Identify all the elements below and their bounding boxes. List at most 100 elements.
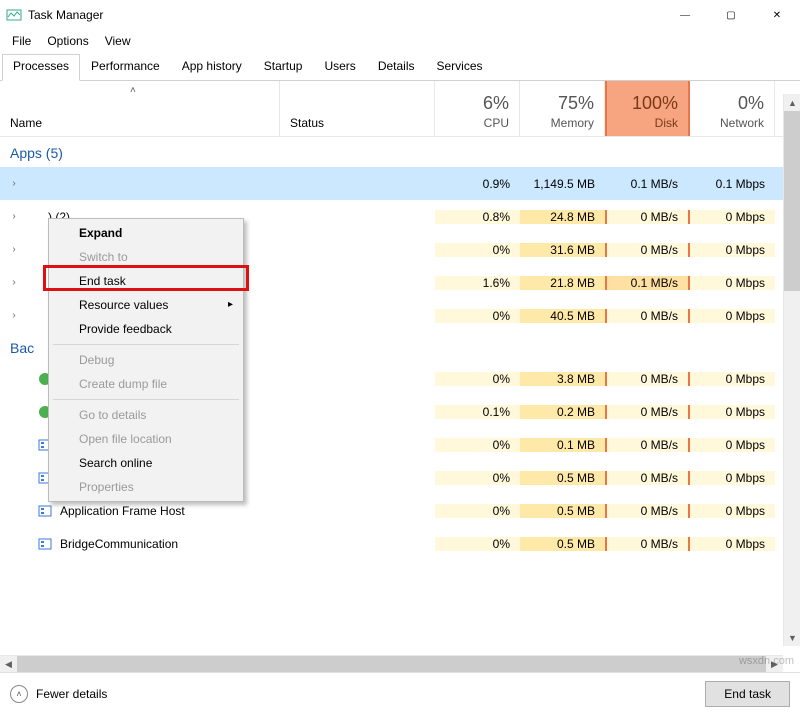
memory-cell: 0.2 MB <box>520 405 605 419</box>
disk-cell: 0 MB/s <box>605 309 690 323</box>
memory-cell: 0.5 MB <box>520 471 605 485</box>
ctx-provide-feedback[interactable]: Provide feedback <box>51 317 241 341</box>
header-memory[interactable]: 75%Memory <box>520 81 605 136</box>
menu-options[interactable]: Options <box>39 32 96 50</box>
cpu-cell: 0% <box>435 309 520 323</box>
disk-cell: 0 MB/s <box>605 210 690 224</box>
tab-details[interactable]: Details <box>367 54 426 80</box>
menu-separator <box>53 399 239 400</box>
tab-performance[interactable]: Performance <box>80 54 171 80</box>
memory-cell: 31.6 MB <box>520 243 605 257</box>
sort-indicator-icon: ˄ <box>130 85 136 96</box>
ctx-switch-to: Switch to <box>51 245 241 269</box>
process-icon <box>24 208 42 226</box>
cpu-cell: 0% <box>435 243 520 257</box>
scroll-up-icon[interactable]: ▲ <box>784 94 800 111</box>
tab-users[interactable]: Users <box>313 54 366 80</box>
process-icon <box>24 307 42 325</box>
cpu-cell: 0.9% <box>435 177 520 191</box>
network-cell: 0 Mbps <box>690 210 775 224</box>
ctx-create-dump-file: Create dump file <box>51 372 241 396</box>
end-task-button[interactable]: End task <box>705 681 790 707</box>
vertical-scrollbar[interactable]: ▲ ▼ <box>783 94 800 646</box>
menu-separator <box>53 344 239 345</box>
header-status[interactable]: Status <box>280 81 435 136</box>
network-cell: 0 Mbps <box>690 276 775 290</box>
tab-bar: Processes Performance App history Startu… <box>0 54 800 81</box>
header-name[interactable]: Name <box>0 81 280 136</box>
ctx-debug: Debug <box>51 348 241 372</box>
memory-cell: 3.8 MB <box>520 372 605 386</box>
table-row[interactable]: BridgeCommunication 0%0.5 MB0 MB/s0 Mbps <box>0 527 800 560</box>
expand-icon[interactable]: › <box>6 244 22 255</box>
disk-cell: 0 MB/s <box>605 405 690 419</box>
network-cell: 0 Mbps <box>690 309 775 323</box>
ctx-properties: Properties <box>51 475 241 499</box>
app-icon <box>6 7 22 23</box>
memory-cell: 0.1 MB <box>520 438 605 452</box>
memory-cell: 24.8 MB <box>520 210 605 224</box>
fewer-details-button[interactable]: ˄ Fewer details <box>10 685 705 703</box>
scroll-thumb[interactable] <box>784 111 800 291</box>
tab-services[interactable]: Services <box>426 54 494 80</box>
cpu-cell: 0.1% <box>435 405 520 419</box>
watermark: wsxdn.com <box>739 655 794 667</box>
menu-view[interactable]: View <box>97 32 139 50</box>
network-cell: 0 Mbps <box>690 405 775 419</box>
expand-icon[interactable]: › <box>6 310 22 321</box>
cpu-cell: 0% <box>435 471 520 485</box>
process-icon <box>24 274 42 292</box>
disk-cell: 0 MB/s <box>605 372 690 386</box>
ctx-search-online[interactable]: Search online <box>51 451 241 475</box>
scroll-thumb-h[interactable] <box>17 656 766 673</box>
expand-icon[interactable]: › <box>6 277 22 288</box>
window-title: Task Manager <box>28 8 662 22</box>
cpu-cell: 1.6% <box>435 276 520 290</box>
disk-cell: 0 MB/s <box>605 243 690 257</box>
menu-file[interactable]: File <box>4 32 39 50</box>
network-cell: 0 Mbps <box>690 471 775 485</box>
disk-cell: 0.1 MB/s <box>605 177 690 191</box>
memory-cell: 40.5 MB <box>520 309 605 323</box>
process-name: BridgeCommunication <box>60 537 178 551</box>
chevron-right-icon: ▸ <box>228 299 233 310</box>
header-network[interactable]: 0%Network <box>690 81 775 136</box>
group-apps[interactable]: Apps (5) <box>0 137 800 167</box>
scroll-left-icon[interactable]: ◀ <box>0 656 17 673</box>
chevron-up-icon: ˄ <box>10 685 28 703</box>
disk-cell: 0 MB/s <box>605 438 690 452</box>
expand-icon[interactable]: › <box>6 211 22 222</box>
disk-cell: 0 MB/s <box>605 537 690 551</box>
expand-icon[interactable]: › <box>6 178 22 189</box>
ctx-expand[interactable]: Expand <box>51 221 241 245</box>
process-icon <box>24 175 42 193</box>
cpu-cell: 0% <box>435 537 520 551</box>
footer-bar: ˄ Fewer details End task <box>0 672 800 715</box>
scroll-down-icon[interactable]: ▼ <box>784 629 800 646</box>
ctx-open-file-location: Open file location <box>51 427 241 451</box>
ctx-end-task[interactable]: End task <box>51 269 241 293</box>
tab-startup[interactable]: Startup <box>253 54 314 80</box>
tab-app-history[interactable]: App history <box>171 54 253 80</box>
minimize-button[interactable]: — <box>662 0 708 30</box>
header-disk[interactable]: 100%Disk <box>605 81 690 136</box>
close-button[interactable]: ✕ <box>754 0 800 30</box>
ctx-resource-values[interactable]: Resource values▸ <box>51 293 241 317</box>
network-cell: 0 Mbps <box>690 537 775 551</box>
cpu-cell: 0.8% <box>435 210 520 224</box>
cpu-cell: 0% <box>435 438 520 452</box>
cpu-cell: 0% <box>435 504 520 518</box>
network-cell: 0 Mbps <box>690 372 775 386</box>
horizontal-scrollbar[interactable]: ◀ ▶ <box>0 655 783 672</box>
header-cpu[interactable]: 6%CPU <box>435 81 520 136</box>
disk-cell: 0.1 MB/s <box>605 276 690 290</box>
memory-cell: 0.5 MB <box>520 537 605 551</box>
tab-processes[interactable]: Processes <box>2 54 80 81</box>
context-menu: ExpandSwitch toEnd taskResource values▸P… <box>48 218 244 502</box>
memory-cell: 21.8 MB <box>520 276 605 290</box>
network-cell: 0.1 Mbps <box>690 177 775 191</box>
process-icon <box>36 502 54 520</box>
window-controls: — ▢ ✕ <box>662 0 800 30</box>
table-row[interactable]: ›0.9%1,149.5 MB0.1 MB/s0.1 Mbps <box>0 167 800 200</box>
maximize-button[interactable]: ▢ <box>708 0 754 30</box>
